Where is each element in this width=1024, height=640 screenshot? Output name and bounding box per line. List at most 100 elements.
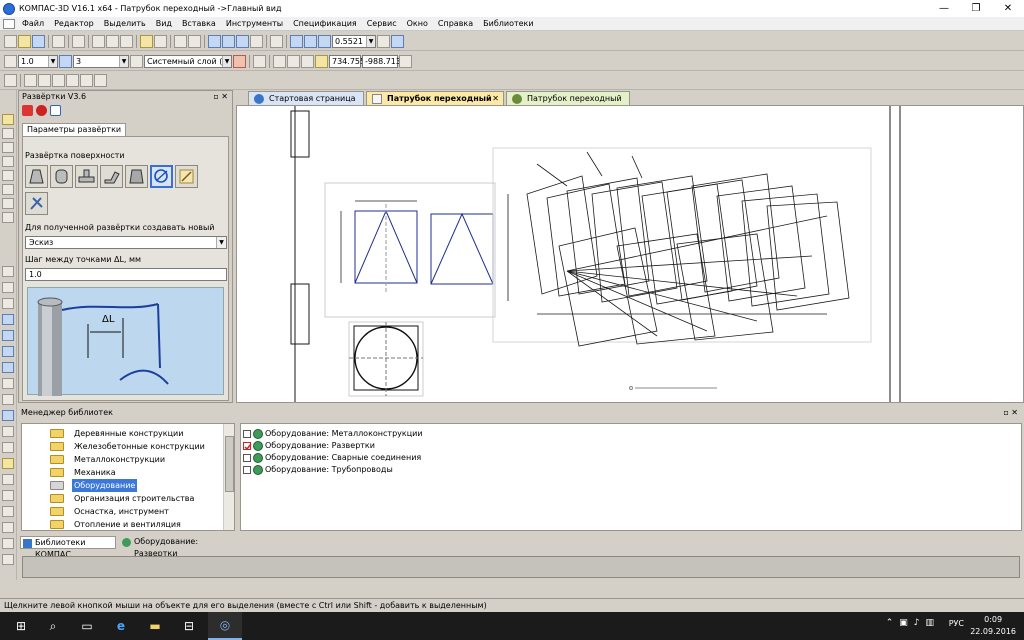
aux-line-icon[interactable]	[2, 282, 14, 293]
cut-icon[interactable]	[92, 35, 105, 48]
edge-browser-button[interactable]: e	[104, 612, 138, 640]
parametrization-icon[interactable]	[2, 170, 14, 181]
tree-item-construction[interactable]: Организация строительства	[22, 492, 220, 505]
cylinder-unfold-button[interactable]	[50, 165, 73, 188]
point-icon[interactable]	[2, 266, 14, 277]
paste-icon[interactable]	[120, 35, 133, 48]
transition-unfold-button[interactable]	[125, 165, 148, 188]
tee-unfold-button[interactable]	[75, 165, 98, 188]
tab-adapter-pipe-drawing[interactable]: Патрубок переходный ✕	[366, 91, 504, 105]
menu-service[interactable]: Сервис	[362, 19, 402, 28]
store-button[interactable]: ⊟	[172, 612, 206, 640]
redo-icon[interactable]	[188, 35, 201, 48]
new-document-icon[interactable]	[4, 35, 17, 48]
ellipse-icon[interactable]	[2, 346, 14, 357]
layer-state-icon[interactable]	[38, 74, 51, 87]
geometry-icon[interactable]	[2, 114, 14, 125]
circle-icon[interactable]	[2, 314, 14, 325]
menu-insert[interactable]: Вставка	[177, 19, 221, 28]
rectangle-icon[interactable]	[2, 426, 14, 437]
stop-icon[interactable]	[36, 105, 47, 116]
library-checkbox[interactable]	[243, 454, 251, 462]
apply-icon[interactable]	[22, 105, 33, 116]
tree-item-metal[interactable]: Металлоконструкции	[22, 453, 220, 466]
designations-icon[interactable]	[2, 142, 14, 153]
sketch-unfold-button[interactable]	[175, 165, 198, 188]
spline-icon[interactable]	[2, 362, 14, 373]
tab-unfold-params[interactable]: Параметры развёртки	[22, 123, 127, 136]
menu-edit[interactable]: Редактор	[49, 19, 99, 28]
language-indicator[interactable]: РУС	[949, 619, 964, 628]
elbow-unfold-button[interactable]	[100, 165, 123, 188]
polyline-icon[interactable]	[2, 378, 14, 389]
record-icon[interactable]	[66, 74, 79, 87]
hatch-icon[interactable]	[2, 458, 14, 469]
coord-x-field[interactable]: 734.755	[329, 55, 365, 68]
point-step-input[interactable]: 1.0	[25, 268, 227, 281]
free-unfold-button[interactable]	[150, 165, 173, 188]
zoom-icon[interactable]	[318, 35, 331, 48]
tab-equipment-unfold[interactable]: Оборудование: Развертки	[120, 536, 240, 558]
print-icon[interactable]	[52, 35, 65, 48]
tree-icon[interactable]	[4, 74, 17, 87]
library-checkbox-checked[interactable]	[243, 442, 252, 451]
copy-icon[interactable]	[106, 35, 119, 48]
tree-scrollbar-thumb[interactable]	[225, 436, 234, 492]
close-button[interactable]: ✕	[992, 0, 1024, 17]
snap-magnet-icon[interactable]	[233, 55, 246, 68]
measure-icon[interactable]	[2, 184, 14, 195]
fx-icon[interactable]	[236, 35, 249, 48]
ortho-icon[interactable]	[287, 55, 300, 68]
arc-tangent-icon[interactable]	[2, 506, 14, 517]
help-pointer-icon[interactable]	[270, 35, 283, 48]
variables-icon[interactable]	[222, 35, 235, 48]
task-view-button[interactable]: ▭	[70, 612, 104, 640]
settings-icon[interactable]	[80, 74, 93, 87]
fillet-icon[interactable]	[2, 410, 14, 421]
view-icon[interactable]	[24, 74, 37, 87]
library-manager-pin-close[interactable]: ▫ ✕	[1003, 406, 1024, 420]
undo-icon[interactable]	[174, 35, 187, 48]
step-combo[interactable]: 3 ▼	[73, 55, 129, 68]
tab-adapter-pipe-model[interactable]: Патрубок переходный	[506, 91, 630, 105]
segment-icon[interactable]	[2, 298, 14, 309]
layer-combo[interactable]: Системный слой (0) ▼	[144, 55, 232, 68]
tab-start-page[interactable]: Стартовая страница	[248, 91, 364, 105]
minimize-button[interactable]: —	[928, 0, 960, 17]
tree-scrollbar[interactable]	[223, 424, 234, 530]
stop-icon[interactable]	[52, 74, 65, 87]
kompas-taskbar-button[interactable]: ◎	[208, 612, 242, 640]
tools-button[interactable]	[25, 192, 48, 215]
polygon-icon[interactable]	[2, 442, 14, 453]
create-new-select[interactable]: Эскиз ▼	[25, 236, 227, 249]
zoom-window-icon[interactable]	[304, 35, 317, 48]
contour-icon[interactable]	[2, 474, 14, 485]
tab-kompas-libraries[interactable]: Библиотеки КОМПАС	[20, 536, 116, 559]
start-button[interactable]: ⊞	[4, 612, 38, 640]
panel-pin-close[interactable]: ▫ ✕	[213, 92, 232, 101]
document-icon[interactable]	[3, 18, 15, 29]
system-tray-icons[interactable]: ⌃▣♪▥	[886, 618, 940, 628]
library-icon[interactable]	[250, 35, 263, 48]
menu-help[interactable]: Справка	[433, 19, 478, 28]
refresh-icon[interactable]	[391, 35, 404, 48]
menu-file[interactable]: Файл	[17, 19, 49, 28]
cone-unfold-button[interactable]	[25, 165, 48, 188]
preview-icon[interactable]	[72, 35, 85, 48]
taskbar-clock[interactable]: 0:09 22.09.2016	[970, 614, 1016, 638]
tree-item-heating[interactable]: Отопление и вентиляция	[22, 518, 220, 530]
equidistant-icon[interactable]	[2, 490, 14, 501]
centerline-icon[interactable]	[2, 554, 14, 565]
cursor-coords-icon[interactable]	[315, 55, 328, 68]
tree-item-mechanics[interactable]: Механика	[22, 466, 220, 479]
save-icon[interactable]	[32, 35, 45, 48]
help-icon[interactable]	[50, 105, 61, 116]
edit-icon[interactable]	[2, 156, 14, 167]
menu-window[interactable]: Окно	[402, 19, 433, 28]
tree-item-wood[interactable]: Деревянные конструкции	[22, 427, 220, 440]
dimensions-icon[interactable]	[2, 128, 14, 139]
line-width-combo[interactable]: 1.0 ▼	[18, 55, 58, 68]
corner-icon[interactable]	[301, 55, 314, 68]
axis-icon[interactable]	[2, 538, 14, 549]
properties-icon[interactable]	[154, 35, 167, 48]
